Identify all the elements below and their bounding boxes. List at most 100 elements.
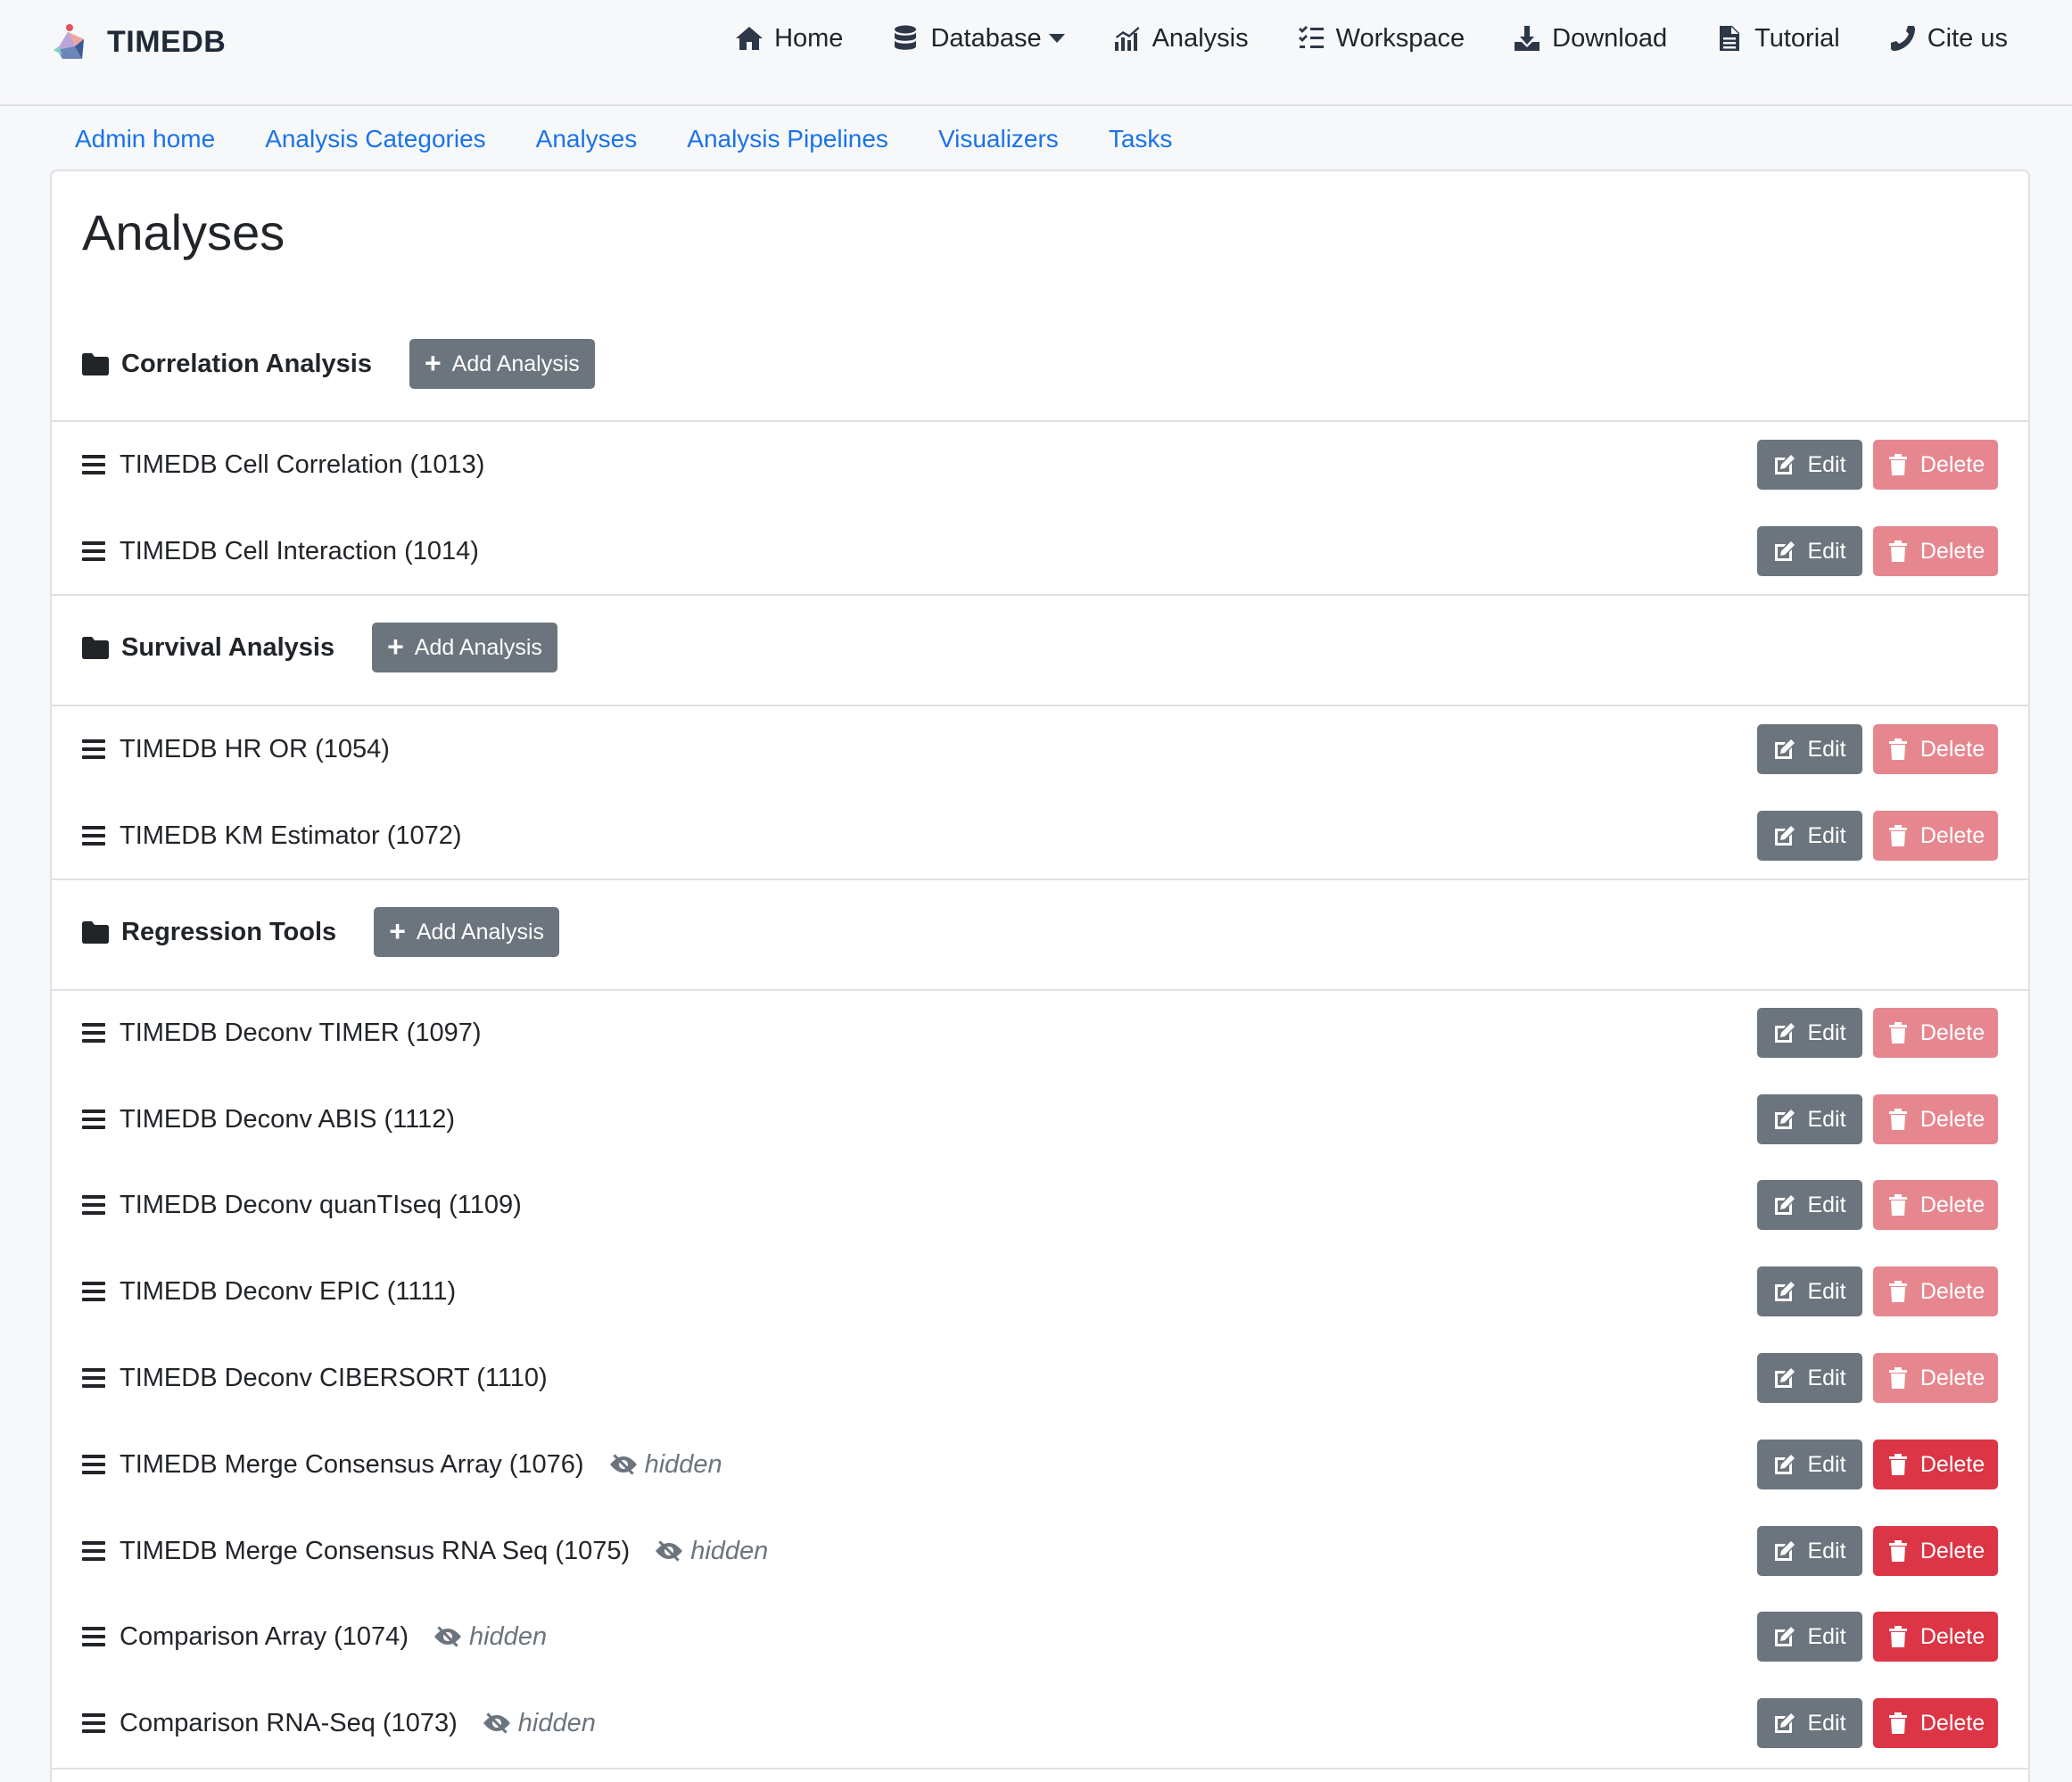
hidden-indicator: hidden	[433, 1622, 547, 1652]
analysis-name: TIMEDB Cell Correlation (1013)	[120, 450, 485, 479]
delete-button[interactable]: Delete	[1873, 724, 1998, 774]
analysis-name: TIMEDB Merge Consensus RNA Seq (1075)	[120, 1536, 631, 1565]
brand[interactable]: TIMEDB	[48, 20, 226, 64]
nav-tutorial[interactable]: Tutorial	[1715, 24, 1840, 54]
edit-label: Edit	[1807, 1623, 1846, 1649]
hidden-indicator: hidden	[483, 1709, 596, 1738]
nav-database[interactable]: Database	[891, 24, 1065, 54]
edit-icon	[1775, 739, 1795, 759]
trash-icon	[1888, 1281, 1907, 1302]
analysis-row: TIMEDB Cell Interaction (1014) Edit Dele…	[82, 525, 1998, 577]
add-analysis-button[interactable]: + Add Analysis	[372, 623, 557, 672]
trash-icon	[1888, 540, 1907, 562]
edit-label: Edit	[1807, 736, 1846, 762]
drag-handle-icon[interactable]	[82, 1282, 105, 1301]
analysis-name: TIMEDB Deconv TIMER (1097)	[120, 1018, 482, 1047]
delete-button[interactable]: Delete	[1873, 1008, 1998, 1058]
eye-slash-icon	[609, 1454, 637, 1475]
hidden-label: hidden	[690, 1536, 769, 1565]
delete-label: Delete	[1919, 822, 1985, 848]
edit-label: Edit	[1807, 1278, 1846, 1304]
edit-button[interactable]: Edit	[1757, 724, 1862, 774]
delete-button[interactable]: Delete	[1873, 1180, 1998, 1230]
delete-button[interactable]: Delete	[1873, 1612, 1998, 1662]
folder-icon	[82, 636, 109, 659]
delete-label: Delete	[1919, 1538, 1985, 1563]
edit-button[interactable]: Edit	[1757, 1526, 1862, 1576]
subnav-analysis-pipelines[interactable]: Analysis Pipelines	[687, 125, 888, 153]
drag-handle-icon[interactable]	[82, 739, 105, 759]
subnav-visualizers[interactable]: Visualizers	[938, 125, 1059, 153]
edit-button[interactable]: Edit	[1757, 1612, 1862, 1662]
chart-icon	[1114, 27, 1140, 51]
drag-handle-icon[interactable]	[82, 1023, 105, 1043]
drag-handle-icon[interactable]	[82, 1195, 105, 1215]
subnav-tasks[interactable]: Tasks	[1109, 125, 1173, 153]
hidden-label: hidden	[517, 1708, 596, 1737]
trash-icon	[1888, 1540, 1907, 1562]
add-analysis-button[interactable]: + Add Analysis	[374, 907, 560, 957]
edit-button[interactable]: Edit	[1757, 1008, 1862, 1058]
database-icon	[895, 25, 917, 50]
add-analysis-button[interactable]: + Add Analysis	[409, 339, 595, 389]
analysis-row: TIMEDB Deconv CIBERSORT (1110) Edit Dele…	[82, 1352, 1998, 1404]
edit-button[interactable]: Edit	[1757, 1698, 1862, 1748]
analysis-row: Comparison Array (1074) hidden Edit Dele…	[82, 1611, 1998, 1662]
download-icon	[1515, 26, 1540, 51]
delete-label: Delete	[1919, 1106, 1985, 1132]
edit-icon	[1775, 1023, 1795, 1043]
analysis-row: TIMEDB Deconv ABIS (1112) Edit Delete	[82, 1093, 1998, 1145]
nav-workspace[interactable]: Workspace	[1297, 24, 1465, 54]
edit-label: Edit	[1807, 822, 1846, 848]
category-name: Regression Tools	[121, 917, 337, 946]
edit-button[interactable]: Edit	[1757, 811, 1862, 861]
analysis-name: TIMEDB HR OR (1054)	[120, 734, 390, 763]
subnav-analysis-categories[interactable]: Analysis Categories	[265, 125, 485, 153]
drag-handle-icon[interactable]	[82, 1368, 105, 1388]
plus-icon: +	[424, 346, 442, 379]
drag-handle-icon[interactable]	[82, 455, 105, 474]
category-regression-tools: Regression Tools + Add Analysis	[82, 907, 560, 957]
nav-analysis[interactable]: Analysis	[1113, 24, 1249, 54]
drag-handle-icon[interactable]	[82, 541, 105, 561]
nav-download[interactable]: Download	[1513, 24, 1667, 54]
nav-cite[interactable]: Cite us	[1888, 24, 2008, 54]
category-name: Survival Analysis	[121, 632, 335, 662]
edit-button[interactable]: Edit	[1757, 1094, 1862, 1144]
edit-label: Edit	[1807, 451, 1846, 477]
delete-button[interactable]: Delete	[1873, 1440, 1998, 1489]
subnav-admin-home[interactable]: Admin home	[75, 125, 215, 153]
drag-handle-icon[interactable]	[82, 1627, 105, 1646]
analysis-row: TIMEDB Deconv EPIC (1111) Edit Delete	[82, 1266, 1998, 1317]
delete-label: Delete	[1919, 736, 1985, 762]
edit-label: Edit	[1807, 1019, 1846, 1045]
delete-button[interactable]: Delete	[1873, 440, 1998, 490]
edit-button[interactable]: Edit	[1757, 526, 1862, 576]
edit-button[interactable]: Edit	[1757, 1266, 1862, 1316]
drag-handle-icon[interactable]	[82, 1110, 105, 1129]
eye-slash-icon	[433, 1626, 461, 1647]
drag-handle-icon[interactable]	[82, 826, 105, 846]
folder-icon	[82, 920, 109, 944]
subnav-analyses[interactable]: Analyses	[536, 125, 638, 153]
add-analysis-label: Add Analysis	[414, 634, 542, 660]
edit-button[interactable]: Edit	[1757, 1440, 1862, 1489]
edit-button[interactable]: Edit	[1757, 1180, 1862, 1230]
drag-handle-icon[interactable]	[82, 1713, 105, 1733]
delete-button[interactable]: Delete	[1873, 1526, 1998, 1576]
edit-button[interactable]: Edit	[1757, 440, 1862, 490]
delete-button[interactable]: Delete	[1873, 1094, 1998, 1144]
list-check-icon	[1298, 26, 1324, 48]
delete-button[interactable]: Delete	[1873, 1698, 1998, 1748]
delete-button[interactable]: Delete	[1873, 1266, 1998, 1316]
delete-button[interactable]: Delete	[1873, 811, 1998, 861]
delete-button[interactable]: Delete	[1873, 1353, 1998, 1403]
edit-label: Edit	[1807, 1106, 1846, 1132]
drag-handle-icon[interactable]	[82, 1541, 105, 1561]
trash-icon	[1888, 1022, 1907, 1044]
drag-handle-icon[interactable]	[82, 1455, 105, 1474]
nav-home[interactable]: Home	[735, 24, 843, 54]
trash-icon	[1888, 1626, 1907, 1647]
edit-button[interactable]: Edit	[1757, 1353, 1862, 1403]
delete-button[interactable]: Delete	[1873, 526, 1998, 576]
